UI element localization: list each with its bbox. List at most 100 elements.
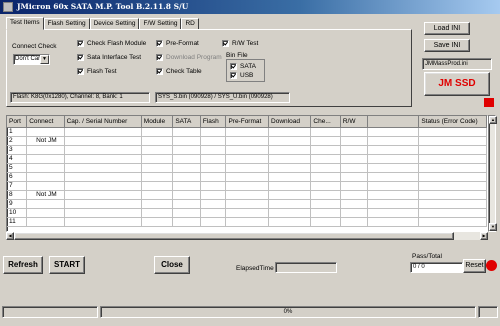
- table-row[interactable]: 2 Not JM: [7, 136, 487, 146]
- column-header[interactable]: Module: [141, 116, 174, 128]
- table-cell: [64, 172, 142, 182]
- table-cell: [340, 172, 369, 182]
- table-row[interactable]: 5: [7, 163, 487, 173]
- table-header-row: Port Connect Cap. / Serial Number Module SAT…: [7, 116, 487, 128]
- table-cell: 2: [7, 136, 28, 146]
- table-cell: 6: [7, 172, 28, 182]
- scroll-down-icon[interactable]: ▼: [489, 223, 497, 231]
- download-program-checkbox[interactable]: Download Program: [156, 54, 222, 61]
- column-header[interactable]: Che...: [310, 116, 341, 128]
- chevron-down-icon[interactable]: ▼: [40, 55, 49, 64]
- column-header[interactable]: Cap. / Serial Number: [64, 116, 142, 128]
- column-header[interactable]: Port: [7, 116, 28, 128]
- table-cell: 3: [7, 145, 28, 155]
- table-cell: [172, 208, 201, 218]
- scroll-left-icon[interactable]: ◀: [6, 232, 14, 240]
- status-indicator-icon: [484, 98, 494, 107]
- table-cell: [64, 181, 142, 191]
- pre-format-checkbox[interactable]: Pre-Format: [156, 40, 199, 47]
- table-cell: [418, 136, 487, 146]
- column-header[interactable]: R/W: [340, 116, 369, 128]
- table-cell: [268, 154, 312, 164]
- table-cell: [200, 217, 227, 227]
- scroll-right-icon[interactable]: ▶: [480, 232, 488, 240]
- bin-usb-checkbox[interactable]: USB: [230, 72, 253, 79]
- flash-test-checkbox[interactable]: Flash Test: [77, 68, 117, 75]
- column-header[interactable]: Status (Error Code): [418, 116, 487, 128]
- column-header[interactable]: Flash: [200, 116, 227, 128]
- table-row[interactable]: 10: [7, 208, 487, 218]
- column-header[interactable]: SATA: [172, 116, 201, 128]
- start-button[interactable]: START: [49, 256, 85, 274]
- table-cell: 5: [7, 163, 28, 173]
- connect-check-select[interactable]: Don't Care ▼: [13, 54, 50, 65]
- table-cell: [26, 181, 65, 191]
- table-row[interactable]: 11: [7, 217, 487, 227]
- table-cell: [310, 136, 341, 146]
- table-row[interactable]: 7: [7, 181, 487, 191]
- table-cell: [268, 208, 312, 218]
- table-cell: [268, 181, 312, 191]
- bin-sata-checkbox[interactable]: SATA: [230, 63, 256, 70]
- table-cell: [310, 181, 341, 191]
- table-cell: [141, 154, 174, 164]
- horizontal-scrollbar[interactable]: ◀ ▶: [6, 232, 488, 240]
- table-row[interactable]: 4: [7, 154, 487, 164]
- column-header[interactable]: Download: [268, 116, 312, 128]
- table-cell: [172, 127, 201, 137]
- vertical-scrollbar[interactable]: ▲ ▼: [488, 115, 497, 232]
- table-row[interactable]: 9: [7, 199, 487, 209]
- table-cell: [268, 163, 312, 173]
- table-row[interactable]: 3: [7, 145, 487, 155]
- reset-button[interactable]: Reset: [463, 259, 486, 273]
- rw-test-checkbox[interactable]: R/W Test: [222, 40, 258, 47]
- scroll-up-icon[interactable]: ▲: [489, 116, 497, 124]
- tab-test-items[interactable]: Test Items: [6, 17, 44, 30]
- title-bar: JMicron 60x SATA M.P. Tool B.2.11.8 S/U: [0, 0, 500, 14]
- save-ini-button[interactable]: Save INI: [424, 39, 470, 52]
- column-header[interactable]: Pre-Format: [225, 116, 270, 128]
- table-cell: [225, 163, 270, 173]
- table-cell: [340, 154, 369, 164]
- tab-strip: Test Items Flash Setting Device Setting …: [6, 17, 199, 30]
- status-led-icon: [486, 260, 497, 271]
- column-header[interactable]: Connect: [26, 116, 65, 128]
- check-flash-module-checkbox[interactable]: Check Flash Module: [77, 40, 146, 47]
- table-cell: [367, 145, 420, 155]
- table-cell: [64, 136, 142, 146]
- refresh-button[interactable]: Refresh: [3, 256, 43, 274]
- bin-sata-label: SATA: [240, 63, 257, 70]
- table-cell: 10: [7, 208, 28, 218]
- table-cell: 8: [7, 190, 28, 200]
- sata-interface-test-checkbox[interactable]: Sata Interface Test: [77, 54, 141, 61]
- table-row[interactable]: 1: [7, 127, 487, 137]
- table-cell: [367, 199, 420, 209]
- scroll-thumb[interactable]: [14, 232, 454, 240]
- table-row[interactable]: 6: [7, 172, 487, 182]
- column-header[interactable]: [367, 116, 420, 128]
- table-cell: [340, 217, 369, 227]
- rw-test-label: R/W Test: [232, 40, 259, 47]
- table-row[interactable]: 8 Not JM: [7, 190, 487, 200]
- table-cell: [141, 145, 174, 155]
- table-cell: [340, 181, 369, 191]
- table-cell: [268, 172, 312, 182]
- table-cell: [172, 217, 201, 227]
- table-cell: [64, 208, 142, 218]
- app-icon: [3, 2, 13, 12]
- check-table-checkbox[interactable]: Check Table: [156, 68, 202, 75]
- table-cell: [200, 199, 227, 209]
- table-cell: [141, 217, 174, 227]
- check-flash-module-label: Check Flash Module: [87, 40, 147, 47]
- flash-test-label: Flash Test: [87, 68, 117, 75]
- checkbox-icon: [156, 68, 163, 75]
- table-cell: [367, 127, 420, 137]
- table-cell: [172, 172, 201, 182]
- load-ini-button[interactable]: Load INI: [424, 22, 470, 35]
- table-cell: [141, 127, 174, 137]
- close-button[interactable]: Close: [154, 256, 190, 274]
- table-cell: [225, 172, 270, 182]
- table-cell: [26, 208, 65, 218]
- sys-info-field: SYS_S.bin (090928) / SYS_U.bin (090928): [155, 92, 290, 103]
- port-table: Port Connect Cap. / Serial Number Module SAT…: [6, 115, 488, 232]
